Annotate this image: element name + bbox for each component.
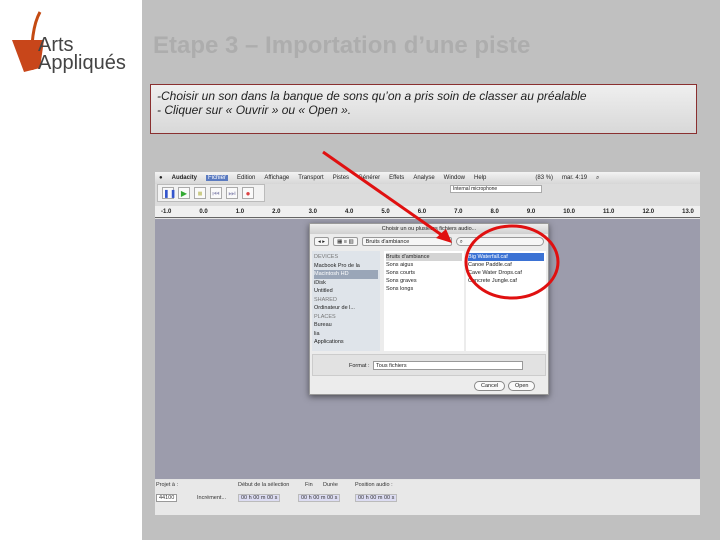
tick: 2.0 [272,209,281,215]
instructions-box: -Choisir un son dans la banque de sons q… [150,84,697,134]
skip-start-button[interactable]: ⏮ [210,187,222,199]
folder-item[interactable]: Sons aigus [386,261,462,269]
menu-help[interactable]: Help [474,175,486,181]
folder-item[interactable]: Sons courts [386,269,462,277]
audio-position-label: Position audio : [355,482,393,488]
cancel-button[interactable]: Cancel [474,381,506,391]
sidebar-item[interactable]: Applications [314,338,378,347]
menu-window[interactable]: Window [444,175,465,181]
menu-fichier[interactable]: Fichier [205,175,228,181]
pause-button[interactable]: ❚❚ [162,187,176,199]
location-select[interactable]: Bruits d'ambiance [361,237,452,246]
slide-title: Etape 3 – Importation d’une piste [153,32,531,59]
selection-end-field[interactable]: 00 h 00 m 00 s [298,494,341,502]
format-select[interactable]: Tous fichiers [373,361,523,370]
devices-header: DEVICES [314,254,339,260]
dialog-title: Choisir un ou plusieurs fichiers audio..… [310,224,548,234]
tick: 8.0 [490,209,499,215]
folder-column: Bruits d'ambiance Sons aigus Sons courts… [384,251,464,351]
logo-text-appliques: Appliqués [38,52,126,74]
input-device-select[interactable]: Internal microphone [450,185,542,193]
dialog-sidebar: DEVICES Macbook Pro de la Macintosh HD i… [312,251,380,351]
file-item[interactable]: Concrete Jungle.caf [468,277,544,285]
tick: 4.0 [344,209,354,215]
menu-audacity[interactable]: Audacity [172,175,197,181]
snap-checkbox[interactable]: Incrément... [197,495,226,501]
sidebar-item[interactable]: Macbook Pro de la [314,262,378,271]
shared-header: SHARED [314,296,337,303]
arts-appliques-logo: Arts Appliqués [10,10,135,80]
menu-analyse[interactable]: Analyse [413,175,434,181]
apple-icon[interactable]: ● [159,175,163,181]
transport-toolbar: ❚❚ ▶ ■ ⏮ ⏭ ● [157,184,265,202]
sidebar-item[interactable]: Untitled [314,287,378,296]
tick: 0.0 [199,209,208,215]
selection-start-field[interactable]: 00 h 00 m 00 s [238,494,281,502]
back-forward-buttons[interactable]: ◂ ▸ [314,237,330,246]
tick: 7.0 [454,209,463,215]
menu-generer[interactable]: Générer [358,175,380,181]
record-button[interactable]: ● [242,187,254,199]
selection-bar: Projet à : 44100 Incrément... Début de l… [155,480,700,515]
end-radio[interactable]: Fin [305,482,313,488]
selection-start-label: Début de la sélection [238,482,290,488]
tick: 3.0 [308,209,317,215]
tick: 10.0 [563,209,575,215]
sidebar-item[interactable]: Bureau [314,321,378,330]
tick: 9.0 [526,209,536,215]
search-input[interactable]: ⌕ [455,237,544,246]
tick: -1.0 [161,209,172,215]
menu-edition[interactable]: Edition [237,175,255,181]
format-row: Format : Tous fichiers [312,354,546,376]
open-button[interactable]: Open [508,381,536,391]
sidebar-item[interactable]: lia [314,330,378,339]
sidebar-item[interactable]: Ordinateur de l... [314,304,378,313]
clock: mar. 4:19 [562,175,588,181]
file-item[interactable]: Canoe Paddle.caf [468,261,544,269]
rate-field[interactable]: 44100 [156,494,178,502]
file-item[interactable]: Cave Water Drops.caf [468,269,544,277]
instruction-1: -Choisir un son dans la banque de sons q… [157,89,587,103]
battery-status: (83 %) [535,175,554,181]
play-button[interactable]: ▶ [178,187,190,199]
file-column: Big Waterfall.caf Canoe Paddle.caf Cave … [466,251,546,351]
audio-position-field[interactable]: 00 h 00 m 00 s [355,494,398,502]
menu-effets[interactable]: Effets [389,175,404,181]
sidebar-item[interactable]: iDisk [314,279,378,288]
menu-affichage[interactable]: Affichage [264,175,289,181]
file-item[interactable]: Big Waterfall.caf [468,253,544,261]
folder-item[interactable]: Sons longs [386,285,462,293]
tick: 12.0 [642,209,655,215]
rate-label: Projet à : [156,482,179,488]
left-panel: Arts Appliqués [0,0,142,540]
format-label: Format : [349,363,370,369]
tick: 6.0 [417,209,427,215]
open-file-dialog: Choisir un ou plusieurs fichiers audio..… [309,223,549,395]
view-mode-buttons[interactable]: ▦ ≡ ▥ [333,237,358,246]
length-radio[interactable]: Durée [323,482,338,488]
tick: 11.0 [603,209,615,215]
instruction-2: - Cliquer sur « Ouvrir » ou « Open ». [157,103,352,117]
menu-bar: ● Audacity Fichier Edition Affichage Tra… [155,172,700,184]
tick: 1.0 [235,209,245,215]
folder-item[interactable]: Bruits d'ambiance [386,253,462,261]
menu-transport[interactable]: Transport [298,175,323,181]
folder-item[interactable]: Sons graves [386,277,462,285]
tick: 5.0 [381,209,390,215]
stop-button[interactable]: ■ [194,187,206,199]
sidebar-item[interactable]: Macintosh HD [314,270,378,279]
tick: 13.0 [682,209,694,215]
timeline-ruler[interactable]: -1.0 0.0 1.0 2.0 3.0 4.0 5.0 6.0 7.0 8.0 9.0 10.0 11… [155,206,700,218]
places-header: PLACES [314,313,336,320]
spotlight-icon[interactable]: ⌕ [596,175,599,182]
menu-pistes[interactable]: Pistes [333,175,349,181]
skip-end-button[interactable]: ⏭ [226,187,238,199]
dialog-toolbar: ◂ ▸ ▦ ≡ ▥ Bruits d'ambiance ⌕ [314,237,544,247]
